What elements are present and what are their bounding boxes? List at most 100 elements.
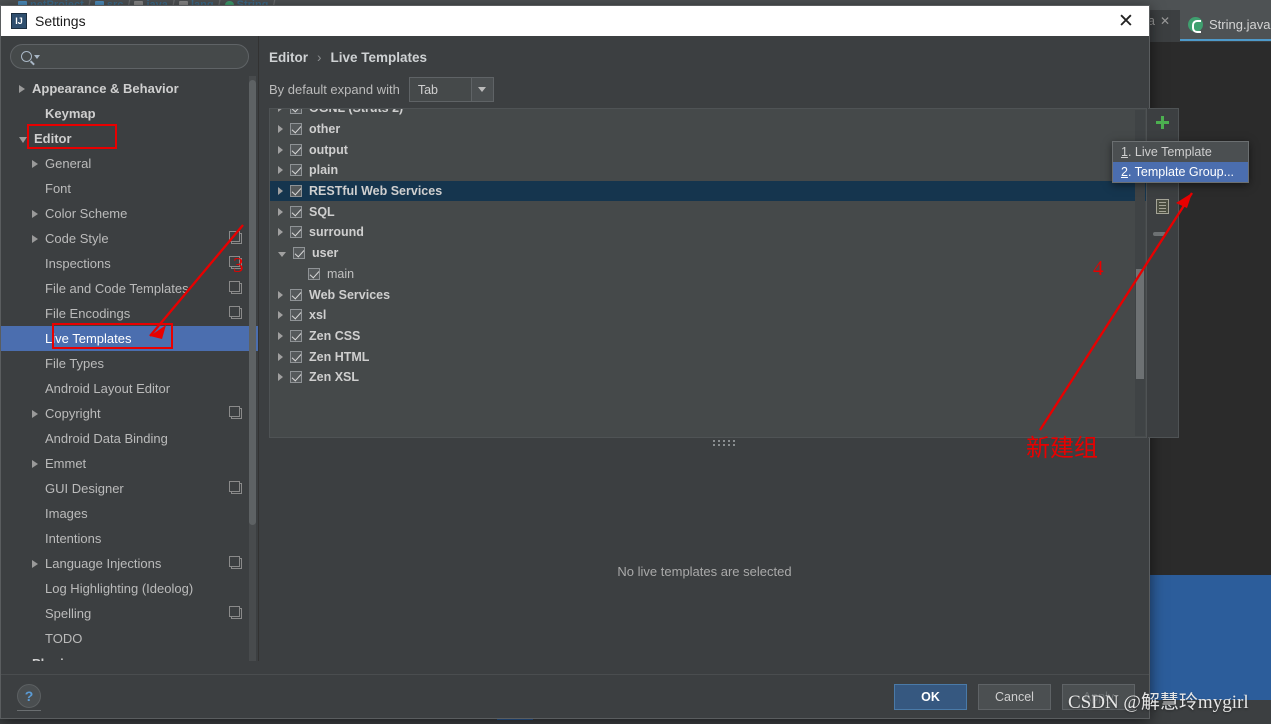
chevron-right-icon[interactable] — [32, 559, 38, 568]
template-row[interactable]: output — [270, 139, 1146, 160]
dropdown-button[interactable] — [470, 78, 493, 101]
copy-settings-icon[interactable] — [229, 406, 242, 419]
template-row[interactable]: SQL — [270, 201, 1146, 222]
breadcrumb-parent[interactable]: Editor — [269, 50, 308, 65]
toolbar-scroll-thumb[interactable] — [1153, 232, 1166, 236]
template-row[interactable]: RESTful Web Services — [270, 180, 1146, 202]
sidebar-item-editor[interactable]: Editor — [1, 126, 258, 151]
template-checkbox[interactable] — [290, 123, 302, 136]
chevron-right-icon[interactable] — [278, 109, 283, 113]
add-template-button[interactable] — [1148, 109, 1177, 136]
template-row[interactable]: surround — [270, 222, 1146, 243]
sidebar-item-inspections[interactable]: Inspections — [1, 251, 258, 276]
template-checkbox[interactable] — [290, 329, 302, 342]
sidebar-item-general[interactable]: General — [1, 151, 258, 176]
template-row[interactable]: xsl — [270, 305, 1146, 326]
copy-settings-icon[interactable] — [229, 606, 242, 619]
chevron-right-icon[interactable] — [32, 234, 38, 243]
help-button[interactable]: ? — [17, 684, 41, 708]
chevron-right-icon[interactable] — [32, 459, 38, 468]
cancel-button[interactable]: Cancel — [978, 684, 1051, 710]
sidebar-item-android-data-binding[interactable]: Android Data Binding — [1, 426, 258, 451]
sidebar-item-gui-designer[interactable]: GUI Designer — [1, 476, 258, 501]
copy-settings-icon[interactable] — [229, 231, 242, 244]
sidebar-item-live-templates[interactable]: Live Templates — [1, 326, 258, 351]
template-checkbox[interactable] — [290, 309, 302, 322]
template-group-list[interactable]: OGNL (Struts 2) other output plain RESTful W… — [269, 108, 1147, 438]
editor-tab-string-java[interactable]: String.java — [1180, 10, 1271, 41]
copy-settings-icon[interactable] — [229, 481, 242, 494]
template-checkbox[interactable] — [290, 143, 302, 156]
chevron-right-icon[interactable] — [32, 159, 38, 168]
sidebar-item-android-layout-editor[interactable]: Android Layout Editor — [1, 376, 258, 401]
close-icon[interactable]: ✕ — [1115, 10, 1137, 32]
ok-button[interactable]: OK — [894, 684, 967, 710]
sidebar-item-plugins[interactable]: Plugins — [1, 651, 258, 661]
sidebar-item-color-scheme[interactable]: Color Scheme — [1, 201, 258, 226]
sidebar-scrollbar-thumb[interactable] — [249, 80, 256, 525]
chevron-right-icon[interactable] — [32, 409, 38, 418]
template-checkbox[interactable] — [293, 247, 305, 260]
template-row[interactable]: Zen XSL — [270, 367, 1146, 388]
sidebar-item-keymap[interactable]: Keymap — [1, 101, 258, 126]
template-row[interactable]: Web Services — [270, 284, 1146, 305]
sidebar-item-copyright[interactable]: Copyright — [1, 401, 258, 426]
chevron-down-icon[interactable] — [34, 54, 40, 59]
search-input[interactable] — [46, 48, 238, 65]
chevron-right-icon[interactable] — [278, 290, 283, 299]
copy-settings-icon[interactable] — [229, 556, 242, 569]
sidebar-item-images[interactable]: Images — [1, 501, 258, 526]
sidebar-item-appearance-behavior[interactable]: Appearance & Behavior — [1, 76, 258, 101]
chevron-right-icon[interactable] — [19, 84, 25, 93]
template-row[interactable]: OGNL (Struts 2) — [270, 109, 1146, 119]
chevron-down-icon[interactable] — [19, 137, 27, 143]
chevron-right-icon[interactable] — [278, 125, 283, 134]
duplicate-template-button[interactable] — [1148, 193, 1177, 220]
panel-splitter[interactable] — [269, 439, 1179, 447]
sidebar-item-spelling[interactable]: Spelling — [1, 601, 258, 626]
chevron-down-icon[interactable] — [278, 252, 286, 258]
template-row[interactable]: main — [270, 264, 1146, 285]
template-checkbox[interactable] — [290, 226, 302, 239]
chevron-right-icon[interactable] — [278, 373, 283, 382]
copy-settings-icon[interactable] — [229, 281, 242, 294]
editor-tab-inactive[interactable]: a ✕ — [1148, 14, 1170, 28]
template-scrollbar-thumb[interactable] — [1136, 269, 1144, 379]
sidebar-item-todo[interactable]: TODO — [1, 626, 258, 651]
template-row[interactable]: Zen HTML — [270, 346, 1146, 367]
chevron-right-icon[interactable] — [278, 187, 283, 196]
chevron-right-icon[interactable] — [278, 145, 283, 154]
template-checkbox[interactable] — [290, 288, 302, 301]
chevron-right-icon[interactable] — [32, 209, 38, 218]
sidebar-item-file-encodings[interactable]: File Encodings — [1, 301, 258, 326]
sidebar-item-file-and-code-templates[interactable]: File and Code Templates — [1, 276, 258, 301]
chevron-right-icon[interactable] — [278, 207, 283, 216]
sidebar-item-font[interactable]: Font — [1, 176, 258, 201]
chevron-right-icon[interactable] — [278, 331, 283, 340]
template-checkbox[interactable] — [290, 350, 302, 363]
copy-settings-icon[interactable] — [229, 256, 242, 269]
template-checkbox[interactable] — [290, 109, 302, 115]
sidebar-item-code-style[interactable]: Code Style — [1, 226, 258, 251]
sidebar-item-intentions[interactable]: Intentions — [1, 526, 258, 551]
template-checkbox[interactable] — [290, 371, 302, 384]
sidebar-item-file-types[interactable]: File Types — [1, 351, 258, 376]
chevron-right-icon[interactable] — [278, 311, 283, 320]
chevron-right-icon[interactable] — [278, 228, 283, 237]
template-checkbox[interactable] — [290, 185, 302, 198]
expand-with-select[interactable]: Tab — [408, 77, 494, 102]
chevron-right-icon[interactable] — [278, 352, 283, 361]
close-icon[interactable]: ✕ — [1160, 14, 1170, 28]
chevron-right-icon[interactable] — [278, 166, 283, 175]
template-checkbox[interactable] — [308, 267, 320, 280]
search-box[interactable] — [10, 44, 249, 69]
menu-item-template-group[interactable]: 2. Template Group... — [1113, 162, 1248, 182]
template-row[interactable]: Zen CSS — [270, 326, 1146, 347]
sidebar-item-log-highlighting-ideolog[interactable]: Log Highlighting (Ideolog) — [1, 576, 258, 601]
template-row[interactable]: user — [270, 243, 1146, 264]
copy-settings-icon[interactable] — [229, 306, 242, 319]
template-checkbox[interactable] — [290, 205, 302, 218]
sidebar-item-emmet[interactable]: Emmet — [1, 451, 258, 476]
template-checkbox[interactable] — [290, 164, 302, 177]
template-row[interactable]: other — [270, 119, 1146, 140]
